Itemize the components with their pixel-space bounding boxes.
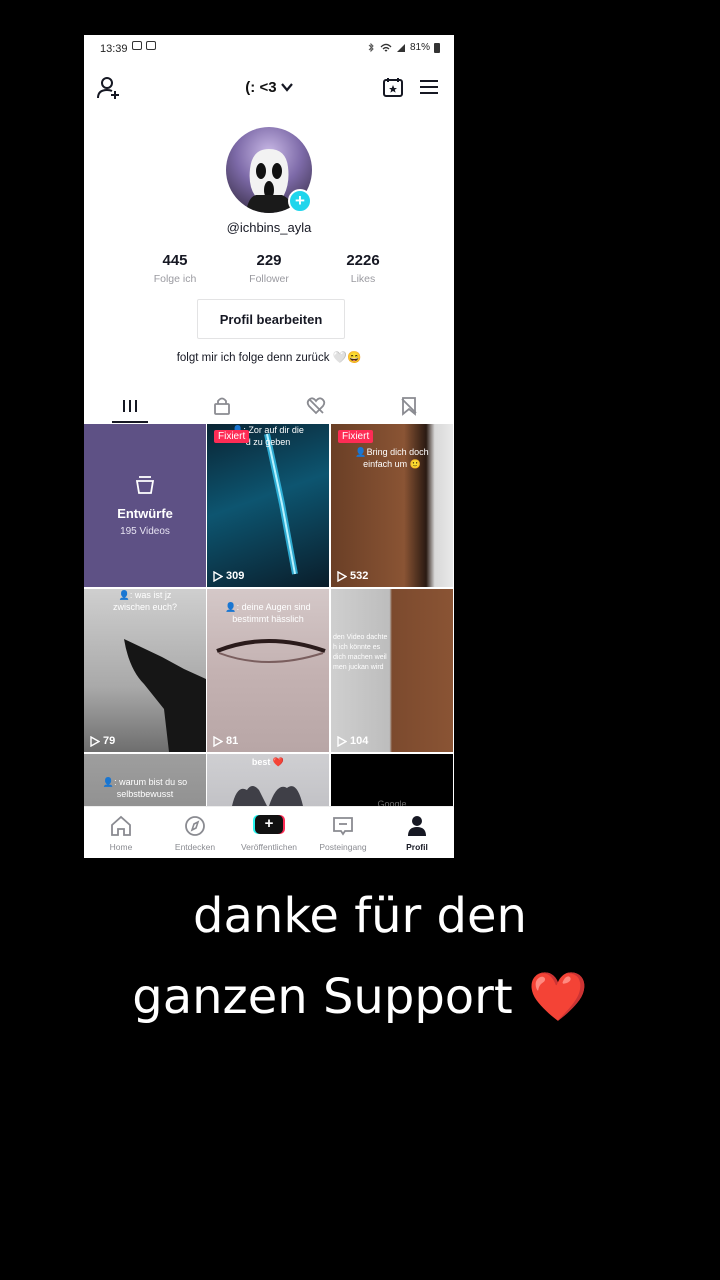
profile-tabs bbox=[84, 390, 454, 424]
nav-label: Veröffentlichen bbox=[240, 842, 298, 852]
stat-following[interactable]: 445 Folge ich bbox=[130, 252, 220, 285]
video-caption: best ❤️ bbox=[251, 757, 285, 767]
video-tile[interactable]: 👤: deine Augen sind bestimmt hässlich 81 bbox=[207, 589, 329, 752]
bluetooth-icon bbox=[368, 42, 374, 52]
view-count-value: 81 bbox=[226, 735, 239, 747]
profile-bio: folgt mir ich folge denn zurück 🤍😄 bbox=[176, 352, 362, 364]
view-count-value: 79 bbox=[103, 735, 116, 747]
nav-inbox[interactable]: Posteingang bbox=[306, 807, 380, 858]
view-count-value: 532 bbox=[350, 570, 369, 582]
video-caption: den Video dachte h ich könnte es dich ma… bbox=[333, 634, 388, 671]
nav-home[interactable]: Home bbox=[84, 807, 158, 858]
drafts-title: Entwürfe bbox=[117, 506, 173, 521]
stat-likes[interactable]: 2226 Likes bbox=[318, 252, 408, 285]
video-tile[interactable]: 👤: Zor auf dir die d zu geben Fixiert 30… bbox=[207, 424, 329, 587]
profile-top-bar: (: <3 bbox=[84, 71, 454, 105]
menu-icon[interactable] bbox=[418, 77, 440, 97]
heart-emoji: ❤️ bbox=[527, 969, 588, 1025]
overlay-caption-text: ganzen Support bbox=[132, 969, 513, 1025]
tab-liked[interactable] bbox=[269, 390, 361, 424]
view-count-value: 104 bbox=[350, 735, 369, 747]
view-count: 309 bbox=[213, 570, 244, 582]
play-icon bbox=[337, 735, 347, 747]
stat-label: Likes bbox=[350, 273, 376, 285]
edit-profile-button[interactable]: Profil bearbeiten bbox=[197, 299, 345, 339]
nav-discover[interactable]: Entdecken bbox=[158, 807, 232, 858]
play-icon bbox=[213, 735, 223, 747]
video-caption: 👤: was ist jz zwischen euch? bbox=[112, 590, 178, 612]
video-caption: 👤: deine Augen sind bestimmt hässlich bbox=[225, 602, 311, 624]
wifi-icon bbox=[380, 43, 392, 51]
view-count: 81 bbox=[213, 735, 238, 747]
play-icon bbox=[213, 570, 223, 582]
video-tile[interactable]: 👤Bring dich doch einfach um 🙂 Fixiert 53… bbox=[331, 424, 453, 587]
tab-videos[interactable] bbox=[84, 390, 176, 424]
bookmark-icon bbox=[401, 397, 417, 416]
active-tab-indicator bbox=[112, 421, 148, 423]
account-title: (: <3 bbox=[245, 79, 277, 96]
bottom-navigation: Home Entdecken + Veröffentlichen Postein… bbox=[84, 806, 454, 858]
calendar-star-icon[interactable] bbox=[382, 76, 404, 98]
drafts-icon bbox=[135, 476, 155, 494]
profile-stats: 445 Folge ich 229 Follower 2226 Likes bbox=[84, 252, 454, 292]
overlay-caption-line1: danke für den bbox=[193, 888, 527, 944]
video-tile[interactable]: 👤: was ist jz zwischen euch? 79 bbox=[84, 589, 206, 752]
home-icon bbox=[111, 815, 131, 836]
status-notification-icons bbox=[132, 41, 156, 50]
lock-icon bbox=[214, 397, 230, 415]
inbox-icon bbox=[333, 817, 353, 836]
liked-icon bbox=[306, 397, 326, 415]
view-count: 104 bbox=[337, 735, 368, 747]
status-system-icons: 81% bbox=[366, 42, 440, 53]
nav-profile[interactable]: Profil bbox=[380, 807, 454, 858]
stat-label: Folge ich bbox=[153, 273, 197, 285]
profile-handle: @ichbins_ayla bbox=[226, 220, 312, 235]
nav-create[interactable]: + Veröffentlichen bbox=[232, 807, 306, 858]
battery-percent: 81% bbox=[409, 42, 430, 53]
video-thumbnail-image bbox=[124, 639, 206, 752]
phone-screen: 13:39 81% (: <3 + @ichbins_ayla 445 Folg… bbox=[84, 35, 454, 858]
pinned-badge: Fixiert bbox=[214, 430, 250, 443]
create-icon: + bbox=[255, 815, 283, 834]
view-count: 79 bbox=[90, 735, 115, 747]
drafts-tile[interactable]: Entwürfe 195 Videos bbox=[84, 424, 206, 587]
notification-icon bbox=[132, 41, 142, 50]
drafts-count: 195 Videos bbox=[120, 526, 170, 537]
stat-value: 229 bbox=[256, 252, 282, 269]
stat-followers[interactable]: 229 Follower bbox=[224, 252, 314, 285]
video-caption: 👤: warum bist du so selbstbewusst bbox=[102, 777, 188, 799]
video-tile[interactable]: den Video dachte h ich könnte es dich ma… bbox=[331, 589, 453, 752]
nav-label: Posteingang bbox=[319, 842, 367, 852]
stat-label: Follower bbox=[249, 273, 289, 285]
chevron-down-icon bbox=[280, 83, 293, 92]
image-icon bbox=[146, 41, 156, 50]
videos-grid-icon bbox=[123, 400, 137, 412]
play-icon bbox=[337, 570, 347, 582]
compass-icon bbox=[185, 816, 205, 836]
view-count-value: 309 bbox=[226, 570, 245, 582]
nav-label: Profil bbox=[406, 842, 428, 852]
stat-value: 445 bbox=[162, 252, 188, 269]
play-icon bbox=[90, 735, 100, 747]
add-avatar-button[interactable]: + bbox=[288, 189, 312, 213]
tab-private[interactable] bbox=[176, 390, 268, 424]
overlay-caption-line2: ganzen Support ❤️ bbox=[0, 968, 720, 1025]
video-grid: Entwürfe 195 Videos 👤: Zor auf dir die d… bbox=[84, 424, 454, 858]
nav-label: Entdecken bbox=[174, 842, 216, 852]
battery-icon bbox=[434, 42, 440, 53]
profile-icon bbox=[408, 816, 426, 836]
view-count: 532 bbox=[337, 570, 368, 582]
stat-value: 2226 bbox=[346, 252, 380, 269]
signal-icon bbox=[396, 43, 405, 52]
video-caption: 👤Bring dich doch einfach um 🙂 bbox=[355, 447, 429, 469]
pinned-badge: Fixiert bbox=[338, 430, 374, 443]
status-time: 13:39 bbox=[100, 43, 128, 55]
nav-label: Home bbox=[109, 842, 133, 852]
tab-saved[interactable] bbox=[362, 390, 454, 424]
status-bar: 13:39 81% bbox=[84, 35, 454, 63]
video-thumbnail-image bbox=[264, 433, 298, 575]
